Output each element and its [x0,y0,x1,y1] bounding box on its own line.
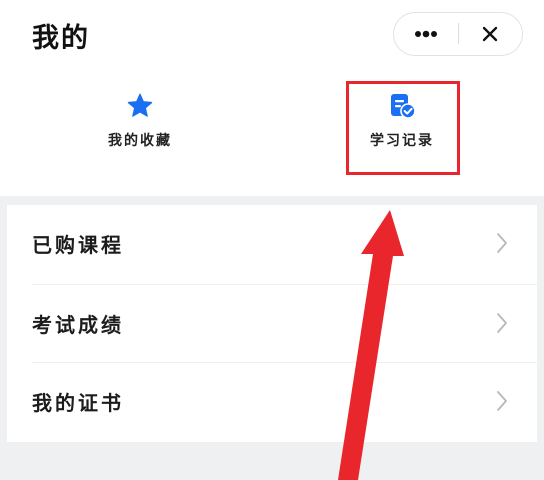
annotation-arrow [338,210,404,480]
